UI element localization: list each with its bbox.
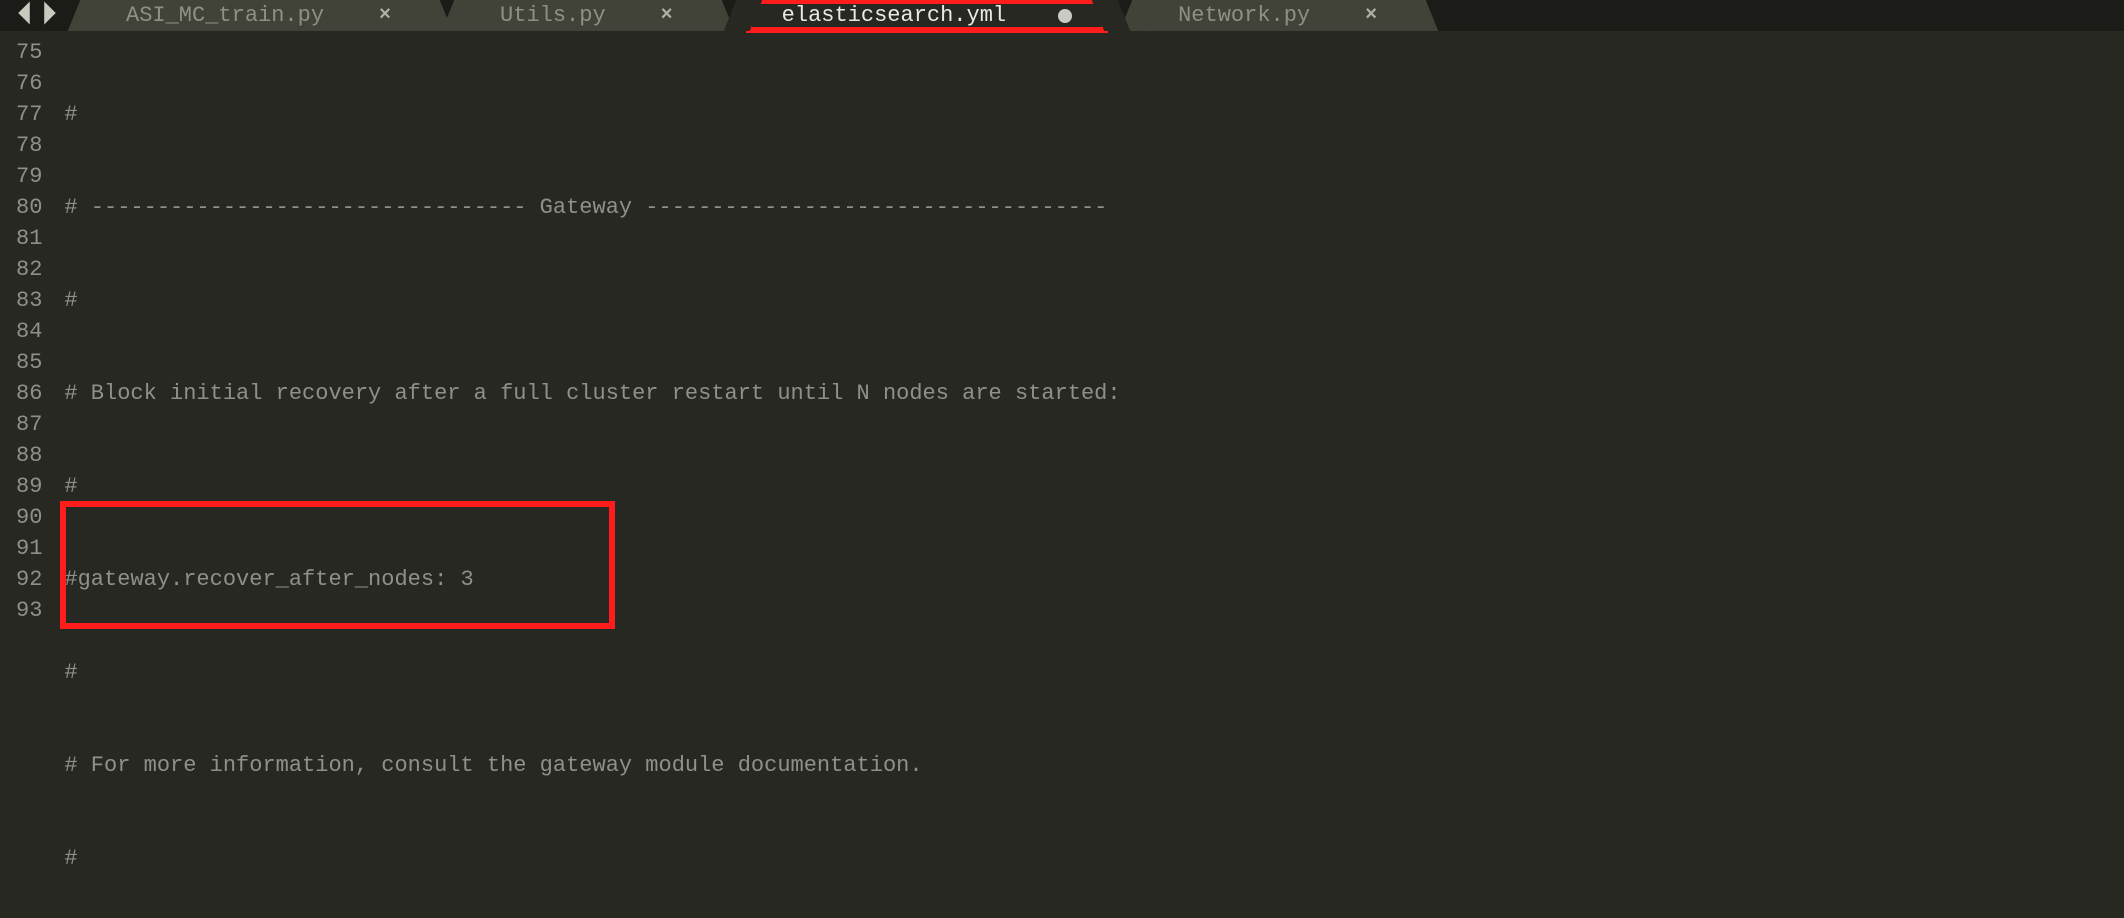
line-number: 77	[16, 99, 42, 130]
line-number: 92	[16, 564, 42, 595]
tab-elasticsearch-yml[interactable]: elasticsearch.yml	[748, 0, 1106, 31]
code-editor[interactable]: 75 76 77 78 79 80 81 82 83 84 85 86 87 8…	[0, 31, 2124, 918]
tab-asi-mc-train[interactable]: ASI_MC_train.py ×	[92, 0, 428, 31]
line-number: 91	[16, 533, 42, 564]
code-text: #	[64, 285, 77, 316]
tab-label: ASI_MC_train.py	[126, 3, 324, 28]
line-number: 89	[16, 471, 42, 502]
line-number: 86	[16, 378, 42, 409]
close-icon[interactable]: ×	[376, 7, 394, 25]
line-number: 93	[16, 595, 42, 626]
code-text: #	[64, 843, 77, 874]
tab-label: Network.py	[1178, 3, 1310, 28]
code-text: #gateway.recover_after_nodes: 3	[64, 564, 473, 595]
line-number: 85	[16, 347, 42, 378]
line-number: 84	[16, 316, 42, 347]
tab-bar: ASI_MC_train.py × Utils.py × elasticsear…	[0, 0, 2124, 31]
line-number: 90	[16, 502, 42, 533]
tab-label: Utils.py	[500, 3, 606, 28]
code-text: # --------------------------------- Gate…	[64, 192, 1107, 223]
code-text: #	[64, 471, 77, 502]
line-number: 79	[16, 161, 42, 192]
arrow-right-icon[interactable]	[40, 0, 60, 31]
line-number-gutter: 75 76 77 78 79 80 81 82 83 84 85 86 87 8…	[0, 31, 56, 918]
close-icon[interactable]: ×	[658, 7, 676, 25]
line-number: 78	[16, 130, 42, 161]
dirty-indicator-icon[interactable]	[1058, 9, 1072, 23]
code-text: # Block initial recovery after a full cl…	[64, 378, 1120, 409]
line-number: 76	[16, 68, 42, 99]
code-text: #	[64, 657, 77, 688]
line-number: 75	[16, 37, 42, 68]
code-text: #	[64, 99, 77, 130]
line-number: 82	[16, 254, 42, 285]
tab-network[interactable]: Network.py ×	[1144, 0, 1414, 31]
line-number: 88	[16, 440, 42, 471]
line-number: 80	[16, 192, 42, 223]
code-text: # For more information, consult the gate…	[64, 750, 922, 781]
line-number: 83	[16, 285, 42, 316]
tab-utils[interactable]: Utils.py ×	[466, 0, 710, 31]
tab-label: elasticsearch.yml	[782, 3, 1006, 28]
line-number: 81	[16, 223, 42, 254]
line-number: 87	[16, 409, 42, 440]
close-icon[interactable]: ×	[1362, 7, 1380, 25]
code-content[interactable]: # # --------------------------------- Ga…	[56, 31, 2124, 918]
arrow-left-icon[interactable]	[14, 0, 34, 31]
tab-nav-arrows	[0, 0, 74, 31]
